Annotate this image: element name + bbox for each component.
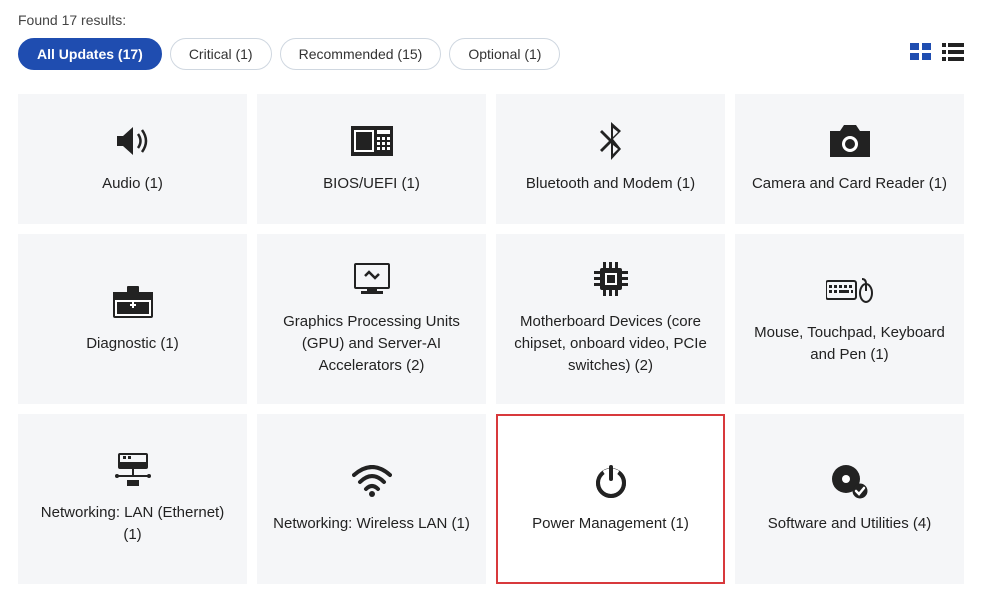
category-grid: Audio (1) BIOS/UEFI (1) <box>18 94 964 584</box>
card-label: Mouse, Touchpad, Keyboard and Pen (1) <box>747 322 952 366</box>
card-label: Diagnostic (1) <box>86 333 179 355</box>
mouse-keyboard-icon <box>826 272 874 308</box>
card-wifi[interactable]: Networking: Wireless LAN (1) <box>257 414 486 584</box>
card-label: Audio (1) <box>102 173 163 195</box>
filter-critical[interactable]: Critical (1) <box>170 38 272 70</box>
card-gpu[interactable]: Graphics Processing Units (GPU) and Serv… <box>257 234 486 404</box>
card-motherboard[interactable]: Motherboard Devices (core chipset, onboa… <box>496 234 725 404</box>
card-diagnostic[interactable]: Diagnostic (1) <box>18 234 247 404</box>
filter-all-updates[interactable]: All Updates (17) <box>18 38 162 70</box>
card-camera[interactable]: Camera and Card Reader (1) <box>735 94 964 224</box>
bluetooth-icon <box>599 123 623 159</box>
card-label: Networking: LAN (Ethernet) (1) <box>30 502 235 546</box>
results-count: Found 17 results: <box>18 12 964 28</box>
card-bios[interactable]: BIOS/UEFI (1) <box>257 94 486 224</box>
card-lan[interactable]: Networking: LAN (Ethernet) (1) <box>18 414 247 584</box>
filter-optional[interactable]: Optional (1) <box>449 38 560 70</box>
lan-icon <box>113 452 153 488</box>
power-icon <box>593 463 629 499</box>
card-label: Bluetooth and Modem (1) <box>526 173 695 195</box>
audio-icon <box>113 123 153 159</box>
camera-icon <box>830 123 870 159</box>
card-label: Graphics Processing Units (GPU) and Serv… <box>269 311 474 376</box>
card-power-management[interactable]: Power Management (1) <box>496 414 725 584</box>
card-label: Networking: Wireless LAN (1) <box>273 513 470 535</box>
chipset-icon <box>592 261 630 297</box>
card-audio[interactable]: Audio (1) <box>18 94 247 224</box>
card-label: Camera and Card Reader (1) <box>752 173 947 195</box>
gpu-icon <box>351 261 393 297</box>
card-label: Power Management (1) <box>532 513 689 535</box>
filter-recommended[interactable]: Recommended (15) <box>280 38 442 70</box>
diagnostic-icon <box>113 283 153 319</box>
filter-row: All Updates (17) Critical (1) Recommende… <box>18 38 964 70</box>
card-software[interactable]: Software and Utilities (4) <box>735 414 964 584</box>
card-mouse-keyboard[interactable]: Mouse, Touchpad, Keyboard and Pen (1) <box>735 234 964 404</box>
card-label: Motherboard Devices (core chipset, onboa… <box>508 311 713 376</box>
view-toggles <box>910 43 964 66</box>
wifi-icon <box>352 463 392 499</box>
grid-view-icon[interactable] <box>910 43 932 66</box>
card-label: BIOS/UEFI (1) <box>323 173 420 195</box>
bios-icon <box>351 123 393 159</box>
card-bluetooth[interactable]: Bluetooth and Modem (1) <box>496 94 725 224</box>
software-icon <box>830 463 870 499</box>
card-label: Software and Utilities (4) <box>768 513 931 535</box>
list-view-icon[interactable] <box>942 43 964 66</box>
